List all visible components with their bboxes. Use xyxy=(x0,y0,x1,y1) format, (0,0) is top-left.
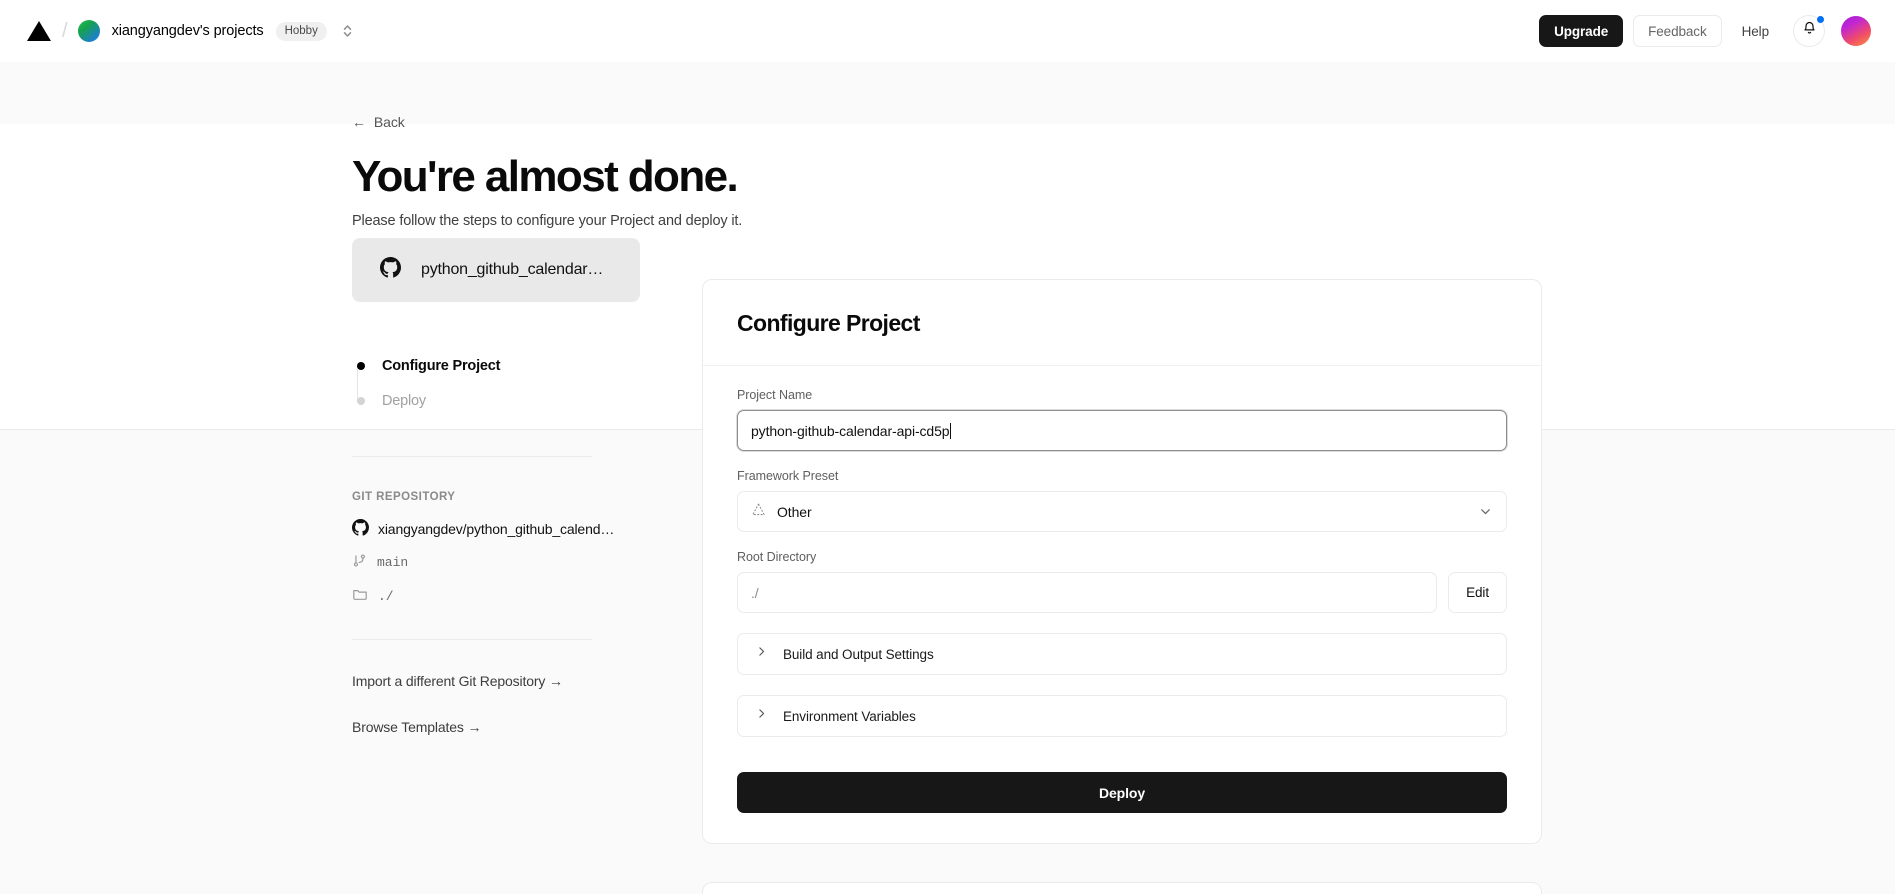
top-nav-right-group: Upgrade Feedback Help xyxy=(1539,15,1871,47)
step-deploy[interactable]: Deploy xyxy=(357,390,642,412)
bell-icon xyxy=(1802,21,1817,41)
git-repository-name-row[interactable]: xiangyangdev/python_github_calend… xyxy=(352,519,642,539)
page-subtitle: Please follow the steps to configure you… xyxy=(352,213,743,230)
back-label: Back xyxy=(373,114,405,130)
step-dot-icon xyxy=(357,397,365,406)
import-different-repo-link[interactable]: Import a different Git Repository → xyxy=(352,673,642,689)
git-branch-row: main xyxy=(352,553,642,572)
root-directory-path: ./ xyxy=(378,588,394,604)
dashed-triangle-icon xyxy=(751,502,766,522)
root-directory-edit-button[interactable]: Edit xyxy=(1448,572,1507,614)
root-directory-input[interactable]: ./ xyxy=(737,572,1438,614)
folder-icon xyxy=(352,586,368,606)
page-title: You're almost done. xyxy=(352,152,739,201)
arrow-right-icon: → xyxy=(467,719,482,736)
project-name-input[interactable]: python-github-calendar-api-cd5p xyxy=(737,410,1507,452)
deploy-button[interactable]: Deploy xyxy=(737,772,1507,814)
browse-templates-link[interactable]: Browse Templates → xyxy=(352,719,642,735)
next-card-partial xyxy=(702,882,1542,894)
content-columns: python_github_calendar… Configure Projec… xyxy=(352,238,1835,894)
breadcrumb-separator: / xyxy=(62,20,68,42)
user-avatar[interactable] xyxy=(1841,16,1871,46)
project-name-value: python-github-calendar-api-cd5p xyxy=(751,422,950,439)
sidebar-divider-bottom xyxy=(352,639,592,641)
vercel-triangle-logo-icon[interactable] xyxy=(26,19,56,43)
configure-project-form: Project Name python-github-calendar-api-… xyxy=(703,366,1541,843)
page-inner: ← Back You're almost done. Please follow… xyxy=(0,62,1895,894)
repository-chip: python_github_calendar… xyxy=(352,238,640,303)
sidebar: python_github_calendar… Configure Projec… xyxy=(352,238,642,894)
git-branch-name: main xyxy=(377,555,409,571)
arrow-right-icon: → xyxy=(548,673,563,690)
plan-badge: Hobby xyxy=(275,21,327,41)
framework-preset-value: Other xyxy=(777,503,812,520)
framework-preset-label: Framework Preset xyxy=(737,469,839,484)
help-button[interactable]: Help xyxy=(1732,15,1779,47)
github-icon xyxy=(380,257,401,283)
sidebar-divider-top xyxy=(352,456,592,458)
import-different-repo-label: Import a different Git Repository xyxy=(352,673,546,690)
team-name-breadcrumb[interactable]: xiangyangdev's projects xyxy=(112,23,264,39)
notification-dot xyxy=(1816,15,1825,24)
steps-list: Configure Project Deploy xyxy=(352,355,642,412)
upgrade-button[interactable]: Upgrade xyxy=(1539,15,1624,47)
page-container: ← Back You're almost done. Please follow… xyxy=(0,62,1895,894)
git-repository-full-name: xiangyangdev/python_github_calend… xyxy=(378,521,615,538)
configure-project-card: Configure Project Project Name python-gi… xyxy=(702,279,1542,845)
top-navigation-bar: / xiangyangdev's projects Hobby Upgrade … xyxy=(0,0,1895,62)
root-directory-value: ./ xyxy=(751,584,759,601)
git-branch-icon xyxy=(352,553,367,572)
chevron-down-icon xyxy=(1478,504,1493,519)
build-and-output-settings-accordion[interactable]: Build and Output Settings xyxy=(737,633,1507,676)
step-label: Configure Project xyxy=(382,358,501,375)
project-name-label: Project Name xyxy=(737,388,813,403)
github-icon xyxy=(352,519,369,539)
build-and-output-settings-label: Build and Output Settings xyxy=(783,646,934,662)
text-cursor xyxy=(950,422,952,439)
browse-templates-label: Browse Templates xyxy=(352,719,464,736)
repository-chip-name: python_github_calendar… xyxy=(421,261,604,279)
root-directory-row-controls: ./ Edit xyxy=(737,572,1507,614)
environment-variables-label: Environment Variables xyxy=(783,708,916,724)
framework-preset-field-group: Framework Preset Other xyxy=(737,469,1507,533)
feedback-button[interactable]: Feedback xyxy=(1633,15,1722,47)
team-avatar xyxy=(77,20,100,42)
main-column: Configure Project Project Name python-gi… xyxy=(702,279,1835,894)
root-directory-label: Root Directory xyxy=(737,550,817,565)
configure-project-title: Configure Project xyxy=(737,310,920,337)
root-directory-field-group: Root Directory ./ Edit xyxy=(737,550,1507,614)
framework-preset-select[interactable]: Other xyxy=(737,491,1507,533)
git-repository-section-label: GIT REPOSITORY xyxy=(352,491,456,504)
back-link[interactable]: ← Back xyxy=(352,114,405,130)
chevron-right-icon xyxy=(755,707,768,725)
project-name-field-group: Project Name python-github-calendar-api-… xyxy=(737,388,1507,452)
steps-connector-line xyxy=(357,366,358,402)
environment-variables-accordion[interactable]: Environment Variables xyxy=(737,695,1507,738)
step-dot-icon xyxy=(357,362,365,371)
chevron-right-icon xyxy=(755,645,768,663)
step-label: Deploy xyxy=(382,393,426,410)
top-nav-left-group: / xiangyangdev's projects Hobby xyxy=(26,19,354,43)
arrow-left-icon: ← xyxy=(352,114,366,130)
chevron-up-down-icon[interactable] xyxy=(341,23,354,39)
notifications-button[interactable] xyxy=(1793,15,1825,47)
root-directory-row: ./ xyxy=(352,586,642,606)
step-configure-project[interactable]: Configure Project xyxy=(357,355,642,377)
